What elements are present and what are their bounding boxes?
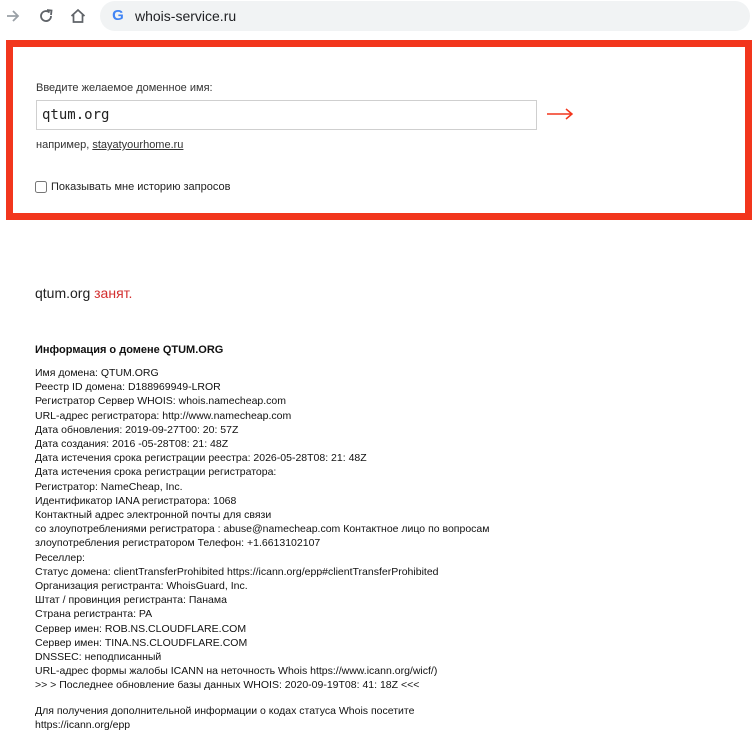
address-url: whois-service.ru xyxy=(135,8,237,24)
example-link[interactable]: stayatyourhome.ru xyxy=(92,139,183,151)
whois-line: Организация регистранта: WhoisGuard, Inc… xyxy=(35,580,248,593)
domain-prompt-label: Введите желаемое доменное имя: xyxy=(36,82,213,94)
footer-line: Для получения дополнительной информации … xyxy=(35,705,415,717)
whois-line: Регистратор Сервер WHOIS: whois.namechea… xyxy=(35,395,286,408)
whois-line: >> > Последнее обновление базы данных WH… xyxy=(35,679,420,692)
whois-line: Имя домена: QTUM.ORG xyxy=(35,367,159,379)
whois-line: Дата обновления: 2019-09-27T00: 20: 57Z xyxy=(35,423,239,436)
whois-info-title: Информация о домене QTUM.ORG xyxy=(35,344,224,356)
whois-line: Реестр ID домена: D188969949-LROR xyxy=(35,381,221,394)
whois-footer-note: Для получения дополнительной информации … xyxy=(35,704,414,732)
home-icon[interactable] xyxy=(67,5,89,27)
forward-arrow-icon[interactable] xyxy=(2,5,24,27)
whois-line: Сервер имен: ROB.NS.CLOUDFLARE.COM xyxy=(35,622,247,635)
whois-line: Контактный адрес электронной почты для с… xyxy=(35,509,272,522)
whois-line: Статус домена: clientTransferProhibited … xyxy=(35,565,439,578)
whois-line: DNSSEC: неподписанный xyxy=(35,651,162,664)
whois-line: Штат / провинция регистранта: Панама xyxy=(35,594,227,607)
whois-line: злоупотребления регистратором Телефон: +… xyxy=(35,537,321,550)
whois-line: Сервер имен: TINA.NS.CLOUDFLARE.COM xyxy=(35,636,248,649)
address-bar[interactable]: G whois-service.ru xyxy=(100,1,750,31)
whois-line: Дата истечения срока регистрации реестра… xyxy=(35,452,367,465)
whois-line: URL-адрес регистратора: http://www.namec… xyxy=(35,409,292,422)
status-taken: занят. xyxy=(94,285,133,301)
domain-input[interactable] xyxy=(36,100,537,130)
history-toggle[interactable]: Показывать мне историю запросов xyxy=(35,181,230,193)
google-icon: G xyxy=(112,7,124,24)
whois-line: Страна регистранта: PA xyxy=(35,608,153,621)
whois-line: Реселлер: xyxy=(35,551,85,564)
submit-arrow-icon[interactable] xyxy=(545,102,575,126)
history-checkbox[interactable] xyxy=(35,181,47,193)
whois-line: Дата истечения срока регистрации регистр… xyxy=(35,466,277,479)
whois-line: Дата создания: 2016 -05-28T08: 21: 48Z xyxy=(35,438,229,451)
example-prefix: например, xyxy=(36,139,90,151)
domain-search-panel: Введите желаемое доменное имя: например,… xyxy=(6,40,752,220)
whois-line: со злоупотреблениями регистратора : abus… xyxy=(35,523,490,536)
epp-link[interactable]: https://icann.org/epp xyxy=(35,718,414,732)
browser-toolbar: G whois-service.ru xyxy=(0,0,752,32)
whois-line: Регистратор: NameCheap, Inc. xyxy=(35,480,183,493)
example-hint: например, stayatyourhome.ru xyxy=(36,139,183,151)
history-label: Показывать мне историю запросов xyxy=(51,181,231,193)
result-domain: qtum.org xyxy=(35,285,91,301)
whois-line: Идентификатор IANA регистратора: 1068 xyxy=(35,494,237,507)
whois-line: URL-адрес формы жалобы ICANN на неточнос… xyxy=(35,665,438,678)
availability-result: qtum.org занят. xyxy=(35,285,132,301)
whois-info-list: Имя домена: QTUM.ORG Реестр ID домена: D1… xyxy=(35,366,489,693)
reload-icon[interactable] xyxy=(35,5,57,27)
